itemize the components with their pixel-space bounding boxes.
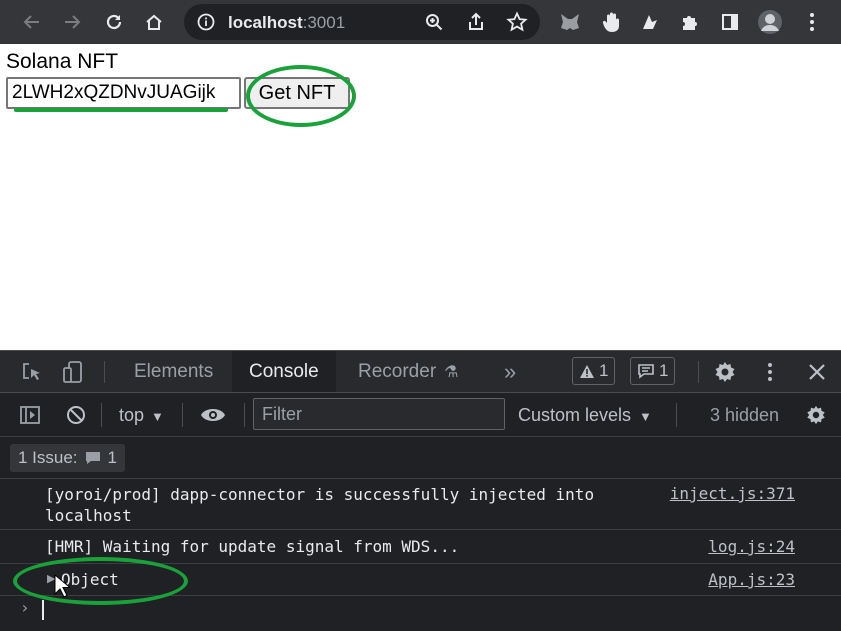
forward-icon[interactable] [58,8,86,36]
browser-menu-icon[interactable] [798,8,826,36]
log-message: [HMR] Waiting for update signal from WDS… [45,537,460,556]
console-log-row: [yoroi/prod] dapp-connector is successfu… [0,478,841,530]
mouse-cursor-icon [54,574,70,598]
console-log-row[interactable]: ▶ Object App.js:23 [0,564,841,596]
more-tabs-button[interactable]: » [504,351,516,392]
issues-row: 1 Issue: 1 [0,437,841,479]
devtools-menu-icon[interactable] [760,361,780,383]
wallet-extension-icon[interactable] [636,8,664,36]
inspect-element-icon[interactable] [20,361,44,383]
get-nft-button[interactable]: Get NFT [244,77,350,109]
messages-badge[interactable]: 1 [630,357,676,385]
context-selector[interactable]: top ▼ [119,405,164,426]
home-icon[interactable] [140,8,168,36]
hand-extension-icon[interactable] [598,8,626,36]
settings-gear-icon[interactable] [712,361,738,383]
filter-divider [182,403,183,427]
profile-avatar[interactable] [756,8,784,36]
side-panel-icon[interactable] [716,8,744,36]
warning-icon [580,364,594,378]
share-icon[interactable] [466,12,486,32]
page-viewport: Solana NFT Get NFT [0,44,841,350]
flask-icon: ⚗ [444,362,459,381]
console-filter-bar: top▼ Custom levels▼ 3 hidden [0,393,841,437]
clear-console-icon[interactable] [64,404,88,426]
console-prompt: › [20,598,30,617]
page-title: Solana NFT [6,50,119,73]
device-toolbar-icon[interactable] [60,361,86,383]
metamask-fox-icon[interactable] [556,8,584,36]
console-input-caret[interactable] [42,600,44,620]
tab-divider [698,361,699,383]
console-settings-gear-icon[interactable] [804,404,828,426]
tab-console[interactable]: Console [232,351,336,392]
issues-button[interactable]: 1 Issue: 1 [10,444,126,472]
filter-divider [676,403,677,427]
log-message: [yoroi/prod] dapp-connector is successfu… [45,485,595,525]
browser-toolbar: localhost:3001 [0,0,841,44]
sidebar-toggle-icon[interactable] [18,404,42,426]
bookmark-star-icon[interactable] [506,11,528,33]
log-source-link[interactable]: log.js:24 [708,537,795,556]
issue-message-icon [85,452,100,464]
reload-icon[interactable] [100,8,128,36]
dropdown-arrow-icon: ▼ [151,409,164,424]
filter-divider [101,403,102,427]
close-devtools-icon[interactable] [806,361,828,383]
filter-divider [244,403,245,427]
log-levels-dropdown[interactable]: Custom levels ▼ [518,405,652,426]
tab-recorder[interactable]: Recorder ⚗ [344,351,473,392]
dropdown-arrow-icon: ▼ [639,409,652,424]
log-source-link[interactable]: App.js:23 [708,570,795,589]
back-icon[interactable] [18,8,46,36]
tab-elements[interactable]: Elements [120,351,227,392]
site-info-icon[interactable] [196,12,216,32]
extensions-puzzle-icon[interactable] [676,8,704,36]
mint-address-input[interactable] [6,77,241,109]
address-bar[interactable]: localhost:3001 [184,4,540,40]
warnings-badge[interactable]: 1 [572,357,616,385]
tab-divider [104,361,105,383]
url-text: localhost:3001 [228,13,346,32]
console-filter-input[interactable] [253,398,505,430]
hidden-count: 3 hidden [710,405,780,425]
devtools-tabbar: Elements Console Recorder ⚗ » 1 1 [0,351,841,393]
annotation-underline [14,108,228,112]
log-source-link[interactable]: inject.js:371 [670,484,795,503]
console-log-row: [HMR] Waiting for update signal from WDS… [0,530,841,564]
live-expression-eye-icon[interactable] [200,404,226,426]
zoom-icon[interactable] [424,12,444,32]
message-icon [638,364,654,379]
